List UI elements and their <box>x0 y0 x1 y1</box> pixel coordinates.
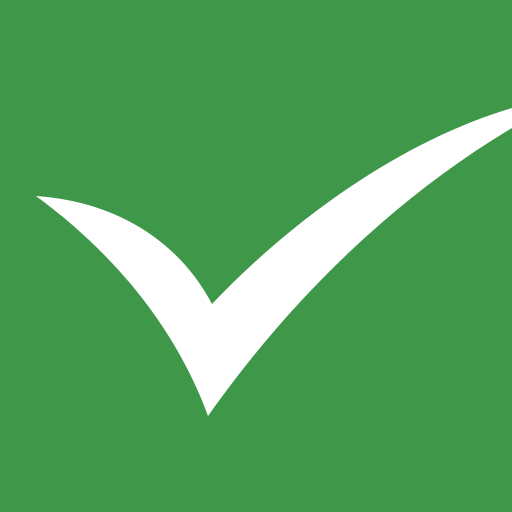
checkmark-icon <box>0 0 512 512</box>
icon-background <box>0 0 512 512</box>
app-icon <box>0 0 512 512</box>
